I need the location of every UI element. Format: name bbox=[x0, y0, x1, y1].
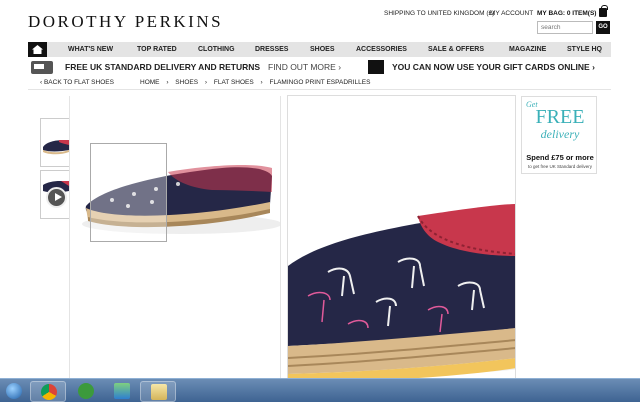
nav-accessories[interactable]: ACCESSORIES bbox=[356, 42, 407, 57]
start-button[interactable] bbox=[0, 381, 28, 402]
site-logo[interactable]: DOROTHY PERKINS bbox=[28, 12, 223, 32]
taskbar-explorer[interactable] bbox=[140, 381, 176, 402]
search-go-button[interactable]: GO bbox=[596, 21, 610, 34]
taskbar-utorrent[interactable] bbox=[68, 381, 104, 402]
network-icon bbox=[114, 383, 130, 399]
breadcrumb: HOME › SHOES › FLAT SHOES › FLAMINGO PRI… bbox=[140, 79, 375, 86]
zoomed-shoe-image bbox=[288, 204, 515, 380]
breadcrumb-current: FLAMINGO PRINT ESPADRILLES bbox=[269, 79, 371, 86]
nav-style-hq[interactable]: STYLE HQ bbox=[567, 42, 602, 57]
promo-bar: FREE UK STANDARD DELIVERY AND RETURNS FI… bbox=[28, 60, 611, 75]
utorrent-icon bbox=[78, 383, 94, 399]
start-orb-icon bbox=[6, 383, 22, 399]
image-divider bbox=[280, 96, 281, 380]
banner-spend-text: Spend £75 or more bbox=[526, 153, 594, 162]
delivery-van-icon bbox=[31, 61, 53, 74]
shipping-country-link[interactable]: SHIPPING TO UNITED KINGDOM (£) bbox=[384, 10, 494, 17]
windows-taskbar bbox=[0, 378, 640, 402]
breadcrumb-flat-shoes[interactable]: FLAT SHOES bbox=[214, 79, 254, 86]
nav-whats-new[interactable]: WHAT'S NEW bbox=[68, 42, 113, 57]
banner-delivery-text: delivery bbox=[540, 127, 580, 141]
breadcrumb-separator: › bbox=[204, 79, 208, 86]
nav-sale-offers[interactable]: SALE & OFFERS bbox=[428, 42, 484, 57]
breadcrumb-home[interactable]: HOME bbox=[140, 79, 160, 86]
nav-shoes[interactable]: SHOES bbox=[310, 42, 335, 57]
back-to-flat-shoes-link[interactable]: ‹ BACK TO FLAT SHOES bbox=[40, 79, 114, 86]
breadcrumb-separator: › bbox=[260, 79, 263, 86]
shopping-bag-icon[interactable] bbox=[599, 5, 608, 17]
nav-clothing[interactable]: CLOTHING bbox=[198, 42, 235, 57]
zoom-view bbox=[287, 95, 516, 381]
gift-card-icon bbox=[368, 60, 384, 74]
main-nav: WHAT'S NEW TOP RATED CLOTHING DRESSES SH… bbox=[28, 42, 611, 57]
product-thumbnail[interactable] bbox=[40, 118, 70, 167]
nav-top-rated[interactable]: TOP RATED bbox=[137, 42, 177, 57]
breadcrumb-separator: › bbox=[166, 79, 169, 86]
my-bag-link[interactable]: MY BAG: 0 ITEM(S) bbox=[537, 10, 596, 17]
page: DOROTHY PERKINS SHIPPING TO UNITED KINGD… bbox=[0, 0, 640, 402]
chrome-icon bbox=[41, 384, 57, 400]
breadcrumb-divider bbox=[28, 89, 611, 90]
gallery-divider bbox=[69, 96, 70, 380]
breadcrumb-shoes[interactable]: SHOES bbox=[175, 79, 198, 86]
play-video-icon[interactable] bbox=[46, 187, 67, 208]
folder-icon bbox=[151, 384, 167, 400]
thumbnail-shoe-image bbox=[43, 140, 69, 155]
banner-free-text: FREE bbox=[535, 106, 585, 128]
home-icon bbox=[32, 45, 43, 54]
my-account-link[interactable]: MY ACCOUNT bbox=[490, 10, 533, 17]
nav-magazine[interactable]: MAGAZINE bbox=[509, 42, 546, 57]
nav-dresses[interactable]: DRESSES bbox=[255, 42, 288, 57]
taskbar-chrome[interactable] bbox=[30, 381, 66, 402]
search-input[interactable] bbox=[537, 21, 593, 34]
free-delivery-text: FREE UK STANDARD DELIVERY AND RETURNS bbox=[65, 62, 261, 72]
taskbar-network[interactable] bbox=[104, 381, 140, 402]
free-delivery-banner[interactable]: Get FREE delivery Spend £75 or more to g… bbox=[521, 96, 597, 174]
gift-cards-link[interactable]: YOU CAN NOW USE YOUR GIFT CARDS ONLINE › bbox=[392, 62, 595, 72]
banner-subtext: to get free UK Standard delivery bbox=[527, 164, 593, 169]
home-tab[interactable] bbox=[28, 42, 47, 57]
find-out-more-link[interactable]: FIND OUT MORE › bbox=[268, 62, 341, 72]
zoom-lens[interactable] bbox=[90, 143, 167, 242]
